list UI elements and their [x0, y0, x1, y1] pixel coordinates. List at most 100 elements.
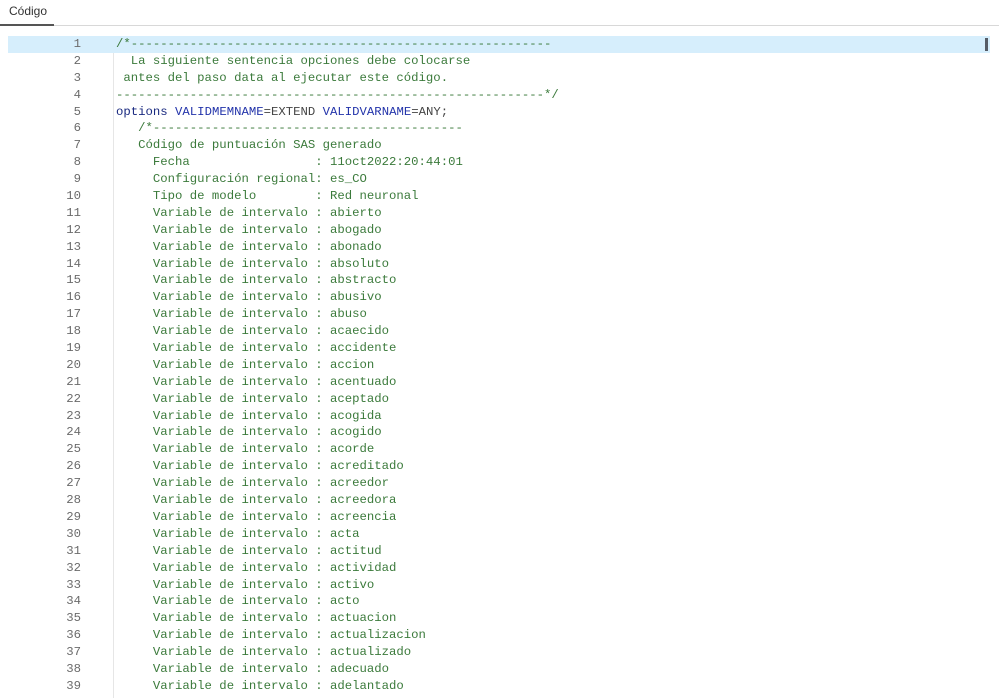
code-line[interactable]: 13 Variable de intervalo : abonado: [8, 239, 999, 256]
code-line[interactable]: 7 Código de puntuación SAS generado: [8, 137, 999, 154]
comment-token: /*--------------------------------------…: [116, 121, 463, 136]
line-number: 2: [73, 53, 81, 68]
code-line[interactable]: 25 Variable de intervalo : acorde: [8, 441, 999, 458]
line-code: Variable de intervalo : acreedora: [116, 492, 397, 509]
line-number: 19: [66, 341, 81, 356]
line-number: 28: [66, 493, 81, 508]
code-line[interactable]: 9 Configuración regional: es_CO: [8, 171, 999, 188]
comment-token: Variable de intervalo : absoluto: [116, 256, 390, 271]
comment-token: Configuración regional: es_CO: [116, 172, 367, 187]
line-number: 7: [73, 138, 81, 153]
comment-token: Variable de intervalo : abuso: [116, 307, 367, 322]
code-line[interactable]: 2 La siguiente sentencia opciones debe c…: [8, 53, 999, 70]
comment-token: Variable de intervalo : accidente: [116, 341, 397, 356]
line-code: Variable de intervalo : actividad: [116, 560, 397, 577]
comment-token: /*--------------------------------------…: [116, 37, 552, 51]
comment-token: antes del paso data al ejecutar este cód…: [116, 70, 449, 85]
code-line[interactable]: 22 Variable de intervalo : aceptado: [8, 391, 999, 408]
code-line[interactable]: 12 Variable de intervalo : abogado: [8, 222, 999, 239]
code-line[interactable]: 35 Variable de intervalo : actuacion: [8, 610, 999, 627]
line-code: Variable de intervalo : actualizado: [116, 644, 411, 661]
comment-token: Variable de intervalo : actitud: [116, 543, 382, 558]
comment-token: Variable de intervalo : aceptado: [116, 391, 390, 406]
comment-token: Variable de intervalo : actuacion: [116, 611, 397, 626]
code-line[interactable]: 6 /*------------------------------------…: [8, 120, 999, 137]
code-line[interactable]: 14 Variable de intervalo : absoluto: [8, 256, 999, 273]
line-number: 30: [66, 526, 81, 541]
line-code: Variable de intervalo : actualizacion: [116, 627, 426, 644]
code-line[interactable]: 3 antes del paso data al ejecutar este c…: [8, 70, 999, 87]
line-code: Variable de intervalo : absoluto: [116, 256, 389, 273]
text-token: =ANY;: [411, 104, 449, 119]
code-line[interactable]: 18 Variable de intervalo : acaecido: [8, 323, 999, 340]
line-number: 26: [66, 459, 81, 474]
comment-token: Variable de intervalo : abogado: [116, 222, 382, 237]
text-token: =EXTEND: [263, 104, 323, 119]
code-line[interactable]: 19 Variable de intervalo : accidente: [8, 340, 999, 357]
code-line[interactable]: 17 Variable de intervalo : abuso: [8, 306, 999, 323]
line-code: Variable de intervalo : adelantado: [116, 678, 404, 695]
code-line[interactable]: 27 Variable de intervalo : acreedor: [8, 475, 999, 492]
line-number: 14: [66, 256, 81, 271]
code-line[interactable]: 34 Variable de intervalo : acto: [8, 593, 999, 610]
line-number: 37: [66, 645, 81, 660]
line-number: 38: [66, 661, 81, 676]
tab-bar: Código: [0, 0, 999, 26]
comment-token: Variable de intervalo : actualizacion: [116, 628, 426, 643]
code-line[interactable]: 31 Variable de intervalo : actitud: [8, 543, 999, 560]
line-code: Variable de intervalo : acreedor: [116, 475, 389, 492]
option-token: VALIDMEMNAME: [175, 104, 264, 119]
code-line[interactable]: 36 Variable de intervalo : actualizacion: [8, 627, 999, 644]
code-line[interactable]: 24 Variable de intervalo : acogido: [8, 424, 999, 441]
code-line[interactable]: 20 Variable de intervalo : accion: [8, 357, 999, 374]
code-line[interactable]: 37 Variable de intervalo : actualizado: [8, 644, 999, 661]
code-line[interactable]: 5 options VALIDMEMNAME=EXTEND VALIDVARNAM…: [8, 104, 999, 121]
line-code: Variable de intervalo : actitud: [116, 543, 382, 560]
code-line[interactable]: 26 Variable de intervalo : acreditado: [8, 458, 999, 475]
code-line[interactable]: 8 Fecha : 11oct2022:20:44:01: [8, 154, 999, 171]
line-code: Variable de intervalo : acorde: [116, 441, 374, 458]
line-code: Variable de intervalo : adecuado: [116, 661, 389, 678]
comment-token: Variable de intervalo : acreencia: [116, 509, 397, 524]
code-line[interactable]: 15 Variable de intervalo : abstracto: [8, 272, 999, 289]
code-line[interactable]: 30 Variable de intervalo : acta: [8, 526, 999, 543]
code-line[interactable]: 10 Tipo de modelo : Red neuronal: [8, 188, 999, 205]
code-line[interactable]: 33 Variable de intervalo : activo: [8, 577, 999, 594]
line-number: 24: [66, 425, 81, 440]
line-code: Tipo de modelo : Red neuronal: [116, 188, 419, 205]
comment-token: Variable de intervalo : abonado: [116, 239, 382, 254]
line-number: 39: [66, 678, 81, 693]
code-line[interactable]: 38 Variable de intervalo : adecuado: [8, 661, 999, 678]
line-number: 33: [66, 577, 81, 592]
code-line[interactable]: 32 Variable de intervalo : actividad: [8, 560, 999, 577]
line-number: 25: [66, 442, 81, 457]
comment-token: Variable de intervalo : acreedora: [116, 493, 397, 508]
code-line[interactable]: 29 Variable de intervalo : acreencia: [8, 509, 999, 526]
line-code: Variable de intervalo : acto: [116, 593, 360, 610]
line-number: 20: [66, 357, 81, 372]
line-number: 32: [66, 560, 81, 575]
line-number: 27: [66, 476, 81, 491]
tab-codigo[interactable]: Código: [0, 0, 54, 26]
code-line[interactable]: 28 Variable de intervalo : acreedora: [8, 492, 999, 509]
code-line[interactable]: 21 Variable de intervalo : acentuado: [8, 374, 999, 391]
code-line[interactable]: 1 /*-------------------------------------…: [8, 36, 990, 53]
scroll-marker[interactable]: [985, 38, 988, 51]
code-line[interactable]: 39 Variable de intervalo : adelantado: [8, 678, 999, 695]
comment-token: Variable de intervalo : acreditado: [116, 459, 404, 474]
line-number: 8: [73, 155, 81, 170]
code-editor[interactable]: 1 /*-------------------------------------…: [8, 36, 999, 698]
line-number: 11: [66, 205, 81, 220]
code-line[interactable]: 23 Variable de intervalo : acogida: [8, 408, 999, 425]
code-line[interactable]: 4 ---------------------------------------…: [8, 87, 999, 104]
comment-token: Variable de intervalo : acreedor: [116, 476, 390, 491]
line-number: 5: [73, 104, 81, 119]
line-number: 23: [66, 408, 81, 423]
code-line[interactable]: 16 Variable de intervalo : abusivo: [8, 289, 999, 306]
line-code: Variable de intervalo : abierto: [116, 205, 382, 222]
comment-token: ----------------------------------------…: [116, 87, 559, 102]
line-code: /*--------------------------------------…: [116, 36, 551, 53]
comment-token: Variable de intervalo : abusivo: [116, 290, 382, 305]
code-line[interactable]: 11 Variable de intervalo : abierto: [8, 205, 999, 222]
